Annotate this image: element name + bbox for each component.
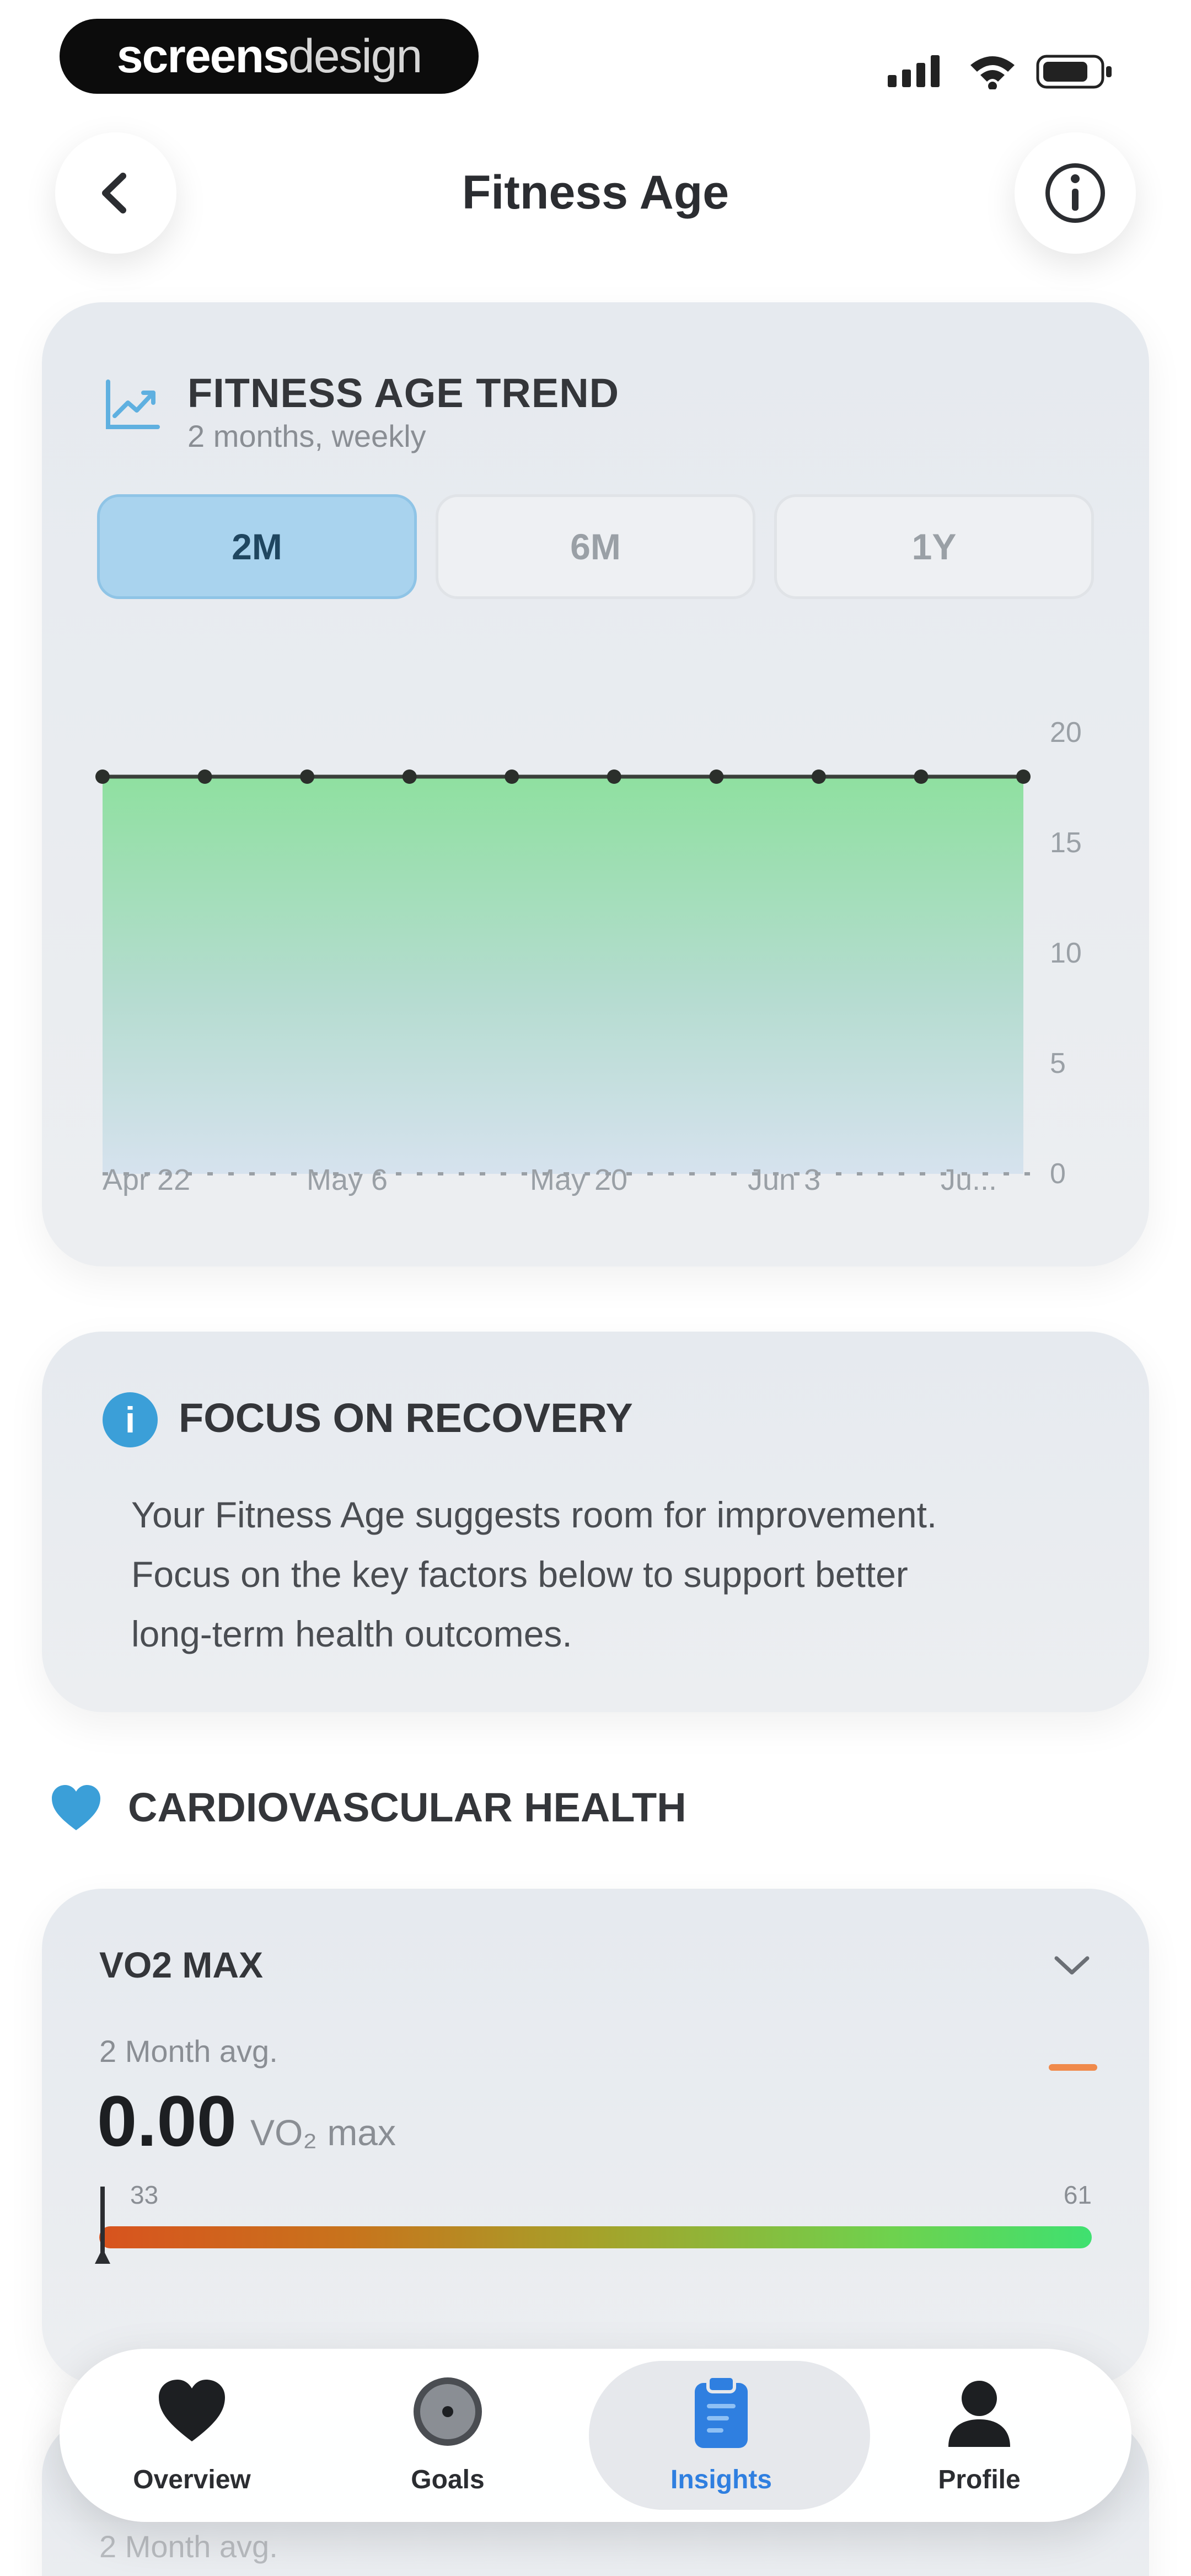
tab-insights[interactable]: Insights bbox=[589, 2349, 870, 2522]
trend-title: FITNESS AGE TREND bbox=[187, 370, 620, 416]
tab-label: Overview bbox=[133, 2465, 251, 2494]
screen: screens design Fitness Age FITNESS AGE T… bbox=[0, 0, 1191, 2576]
wifi-icon bbox=[970, 56, 1015, 89]
y-tick-label: 20 bbox=[1050, 717, 1082, 749]
heart-icon bbox=[159, 2380, 225, 2441]
range-tab-1y[interactable]: 1Y bbox=[774, 494, 1094, 599]
chart-point[interactable] bbox=[197, 769, 212, 784]
focus-title: FOCUS ON RECOVERY bbox=[179, 1395, 633, 1441]
x-tick-label: May 6 bbox=[307, 1163, 388, 1196]
range-min-label: 33 bbox=[130, 2180, 159, 2209]
range-marker bbox=[95, 2187, 110, 2264]
vo2-value: 0.00 bbox=[97, 2081, 237, 2161]
brand-watermark: screens design bbox=[60, 19, 479, 94]
chart-point[interactable] bbox=[402, 769, 417, 784]
chart-point[interactable] bbox=[709, 769, 724, 784]
page-title: Fitness Age bbox=[462, 166, 729, 219]
trend-chart-icon bbox=[106, 380, 160, 429]
person-icon bbox=[948, 2381, 1010, 2447]
range-tab-6m[interactable]: 6M bbox=[436, 494, 755, 599]
target-icon bbox=[414, 2377, 482, 2446]
chart-point[interactable] bbox=[95, 769, 110, 784]
heart-icon bbox=[52, 1785, 100, 1830]
chart-point[interactable] bbox=[300, 769, 315, 784]
vo2-max-card[interactable]: VO2 MAX 2 Month avg. 0.00 VO₂ max 33 61 bbox=[42, 1889, 1149, 2385]
vo2-title: VO2 MAX bbox=[99, 1944, 264, 1985]
tab-label: Goals bbox=[411, 2465, 485, 2494]
chart-point[interactable] bbox=[505, 769, 519, 784]
x-tick-label: May 20 bbox=[530, 1163, 628, 1196]
fitness-age-trend-card: FITNESS AGE TREND 2 months, weekly 2M 6M… bbox=[42, 302, 1149, 1266]
info-icon bbox=[1045, 163, 1105, 223]
status-icons bbox=[888, 55, 1112, 89]
chart-point[interactable] bbox=[1016, 769, 1031, 784]
next-avg-label: 2 Month avg. bbox=[99, 2529, 278, 2564]
tab-bar: Overview Goals Insights Profile bbox=[60, 2349, 1131, 2522]
fitness-age-chart bbox=[95, 769, 1045, 1175]
chart-point[interactable] bbox=[607, 769, 621, 784]
vo2-avg-label: 2 Month avg. bbox=[99, 2034, 278, 2069]
x-tick-label: Ju... bbox=[941, 1163, 997, 1196]
info-button[interactable] bbox=[1015, 132, 1136, 254]
chart-point[interactable] bbox=[811, 769, 826, 784]
range-max-label: 61 bbox=[1063, 2180, 1092, 2209]
focus-line: Focus on the key factors below to suppor… bbox=[131, 1554, 908, 1595]
chart-area-fill bbox=[103, 777, 1023, 1174]
tab-overview[interactable]: Overview bbox=[60, 2349, 324, 2522]
y-tick-label: 10 bbox=[1050, 937, 1082, 969]
focus-body: Your Fitness Age suggests room for impro… bbox=[131, 1485, 1102, 1664]
focus-line: long-term health outcomes. bbox=[131, 1613, 572, 1654]
trend-dash bbox=[1049, 2064, 1097, 2071]
y-tick-label: 5 bbox=[1050, 1047, 1066, 1079]
signal-icon bbox=[888, 55, 940, 87]
tab-label: Profile bbox=[938, 2465, 1021, 2494]
trend-subtitle: 2 months, weekly bbox=[187, 419, 426, 453]
tab-goals[interactable]: Goals bbox=[315, 2349, 580, 2522]
range-tab-2m[interactable]: 2M bbox=[97, 494, 417, 599]
tab-profile[interactable]: Profile bbox=[847, 2349, 1112, 2522]
info-filled-icon: i bbox=[103, 1392, 158, 1447]
focus-line: Your Fitness Age suggests room for impro… bbox=[131, 1494, 937, 1535]
x-tick-label: Apr 22 bbox=[103, 1163, 191, 1196]
vo2-range-bar bbox=[99, 2226, 1092, 2248]
cardiovascular-section-title: CARDIOVASCULAR HEALTH bbox=[128, 1784, 686, 1830]
x-tick-label: Jun 3 bbox=[748, 1163, 821, 1196]
y-tick-label: 0 bbox=[1050, 1158, 1066, 1190]
battery-icon bbox=[1036, 55, 1112, 89]
chevron-down-icon[interactable] bbox=[1050, 1948, 1094, 1981]
tab-label: Insights bbox=[670, 2465, 772, 2494]
clipboard-icon bbox=[695, 2375, 748, 2448]
vo2-unit: VO₂ max bbox=[250, 2112, 396, 2153]
y-tick-label: 15 bbox=[1050, 827, 1082, 859]
chart-point[interactable] bbox=[914, 769, 929, 784]
focus-recovery-card: i FOCUS ON RECOVERY Your Fitness Age sug… bbox=[42, 1332, 1149, 1712]
